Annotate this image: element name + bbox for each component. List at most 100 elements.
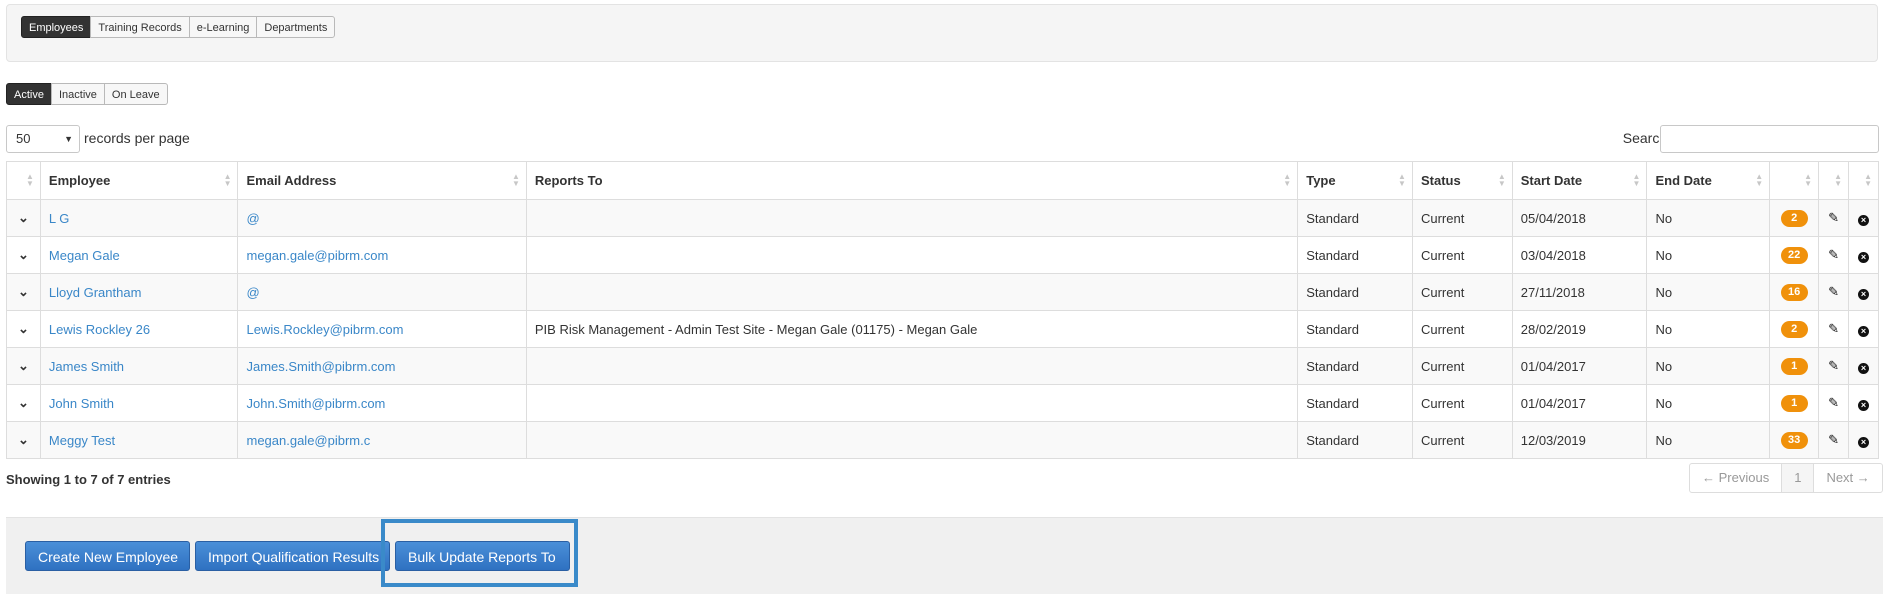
col-header-delete[interactable]: ▲ ▼ — [1848, 161, 1879, 200]
table-row: ⌄ James Smith James.Smith@pibrm.com Standar… — [6, 347, 1879, 385]
count-badge[interactable]: 1 — [1780, 358, 1808, 375]
email-link[interactable]: James.Smith@pibrm.com — [246, 359, 395, 374]
chevron-down-icon[interactable]: ⌄ — [18, 321, 29, 336]
import-qualification-results-button[interactable]: Import Qualification Results — [195, 541, 390, 571]
cell-edit: ✎ — [1818, 199, 1849, 237]
count-badge[interactable]: 2 — [1780, 321, 1808, 338]
employee-link[interactable]: Lewis Rockley 26 — [49, 322, 150, 337]
cell-edit: ✎ — [1818, 384, 1849, 422]
pencil-icon[interactable]: ✎ — [1828, 358, 1839, 373]
chevron-down-icon[interactable]: ⌄ — [18, 358, 29, 373]
employee-link[interactable]: Meggy Test — [49, 433, 115, 448]
email-link[interactable]: Lewis.Rockley@pibrm.com — [246, 322, 403, 337]
cell-reports-to — [525, 347, 1299, 385]
create-new-employee-button[interactable]: Create New Employee — [25, 541, 190, 571]
col-header-status[interactable]: Status ▲ ▼ — [1411, 161, 1513, 200]
close-circle-icon[interactable]: × — [1858, 214, 1869, 226]
chevron-down-icon[interactable]: ⌄ — [18, 210, 29, 225]
pencil-icon[interactable]: ✎ — [1828, 432, 1839, 447]
close-circle-icon[interactable]: × — [1858, 362, 1869, 374]
filter-on-leave[interactable]: On Leave — [103, 83, 168, 105]
cell-reports-to — [525, 236, 1299, 274]
col-header-expand[interactable]: ▲ ▼ — [6, 161, 41, 200]
cell-count: 1 — [1769, 384, 1820, 422]
col-header-email[interactable]: Email Address ▲ ▼ — [237, 161, 527, 200]
col-header-end-date[interactable]: End Date ▲ ▼ — [1646, 161, 1771, 200]
table-header-row: ▲ ▼ Employee ▲ ▼ Email Address ▲ ▼ Reports To… — [6, 161, 1879, 200]
email-link[interactable]: megan.gale@pibrm.com — [246, 248, 388, 263]
count-badge[interactable]: 16 — [1780, 284, 1808, 301]
chevron-down-icon[interactable]: ⌄ — [18, 432, 29, 447]
count-badge[interactable]: 22 — [1780, 247, 1808, 264]
cell-expand[interactable]: ⌄ — [6, 236, 41, 274]
pencil-icon[interactable]: ✎ — [1828, 247, 1839, 262]
sort-icon: ▲ ▼ — [1497, 172, 1506, 188]
chevron-down-icon[interactable]: ⌄ — [18, 395, 29, 410]
top-tabs: Employees Training Records e-Learning De… — [21, 16, 336, 38]
cell-email: megan.gale@pibrm.com — [237, 236, 527, 274]
filter-active[interactable]: Active — [6, 83, 52, 105]
pager-next[interactable]: Next → — [1813, 463, 1883, 493]
email-link[interactable]: megan.gale@pibrm.c — [246, 433, 370, 448]
count-badge[interactable]: 2 — [1780, 210, 1808, 227]
records-per-page-select[interactable]: 50 ▼ — [6, 125, 80, 153]
tab-training-records[interactable]: Training Records — [90, 16, 190, 38]
pager-page-1[interactable]: 1 — [1781, 463, 1815, 493]
employee-link[interactable]: James Smith — [49, 359, 124, 374]
pencil-icon[interactable]: ✎ — [1828, 210, 1839, 225]
cell-type: Standard — [1297, 236, 1413, 274]
close-circle-icon[interactable]: × — [1858, 325, 1869, 337]
cell-status: Current — [1411, 236, 1513, 274]
employee-link[interactable]: John Smith — [49, 396, 114, 411]
filter-inactive[interactable]: Inactive — [50, 83, 105, 105]
search-input[interactable] — [1660, 125, 1879, 153]
close-circle-icon[interactable]: × — [1858, 436, 1869, 448]
pencil-icon[interactable]: ✎ — [1828, 395, 1839, 410]
chevron-down-icon[interactable]: ⌄ — [18, 247, 29, 262]
tab-e-learning[interactable]: e-Learning — [188, 16, 258, 38]
cell-status: Current — [1411, 421, 1513, 459]
chevron-down-icon[interactable]: ⌄ — [18, 284, 29, 299]
tab-departments[interactable]: Departments — [256, 16, 336, 38]
tab-employees[interactable]: Employees — [21, 16, 92, 38]
cell-status: Current — [1411, 384, 1513, 422]
col-header-start-date[interactable]: Start Date ▲ ▼ — [1511, 161, 1648, 200]
cell-email: @ — [237, 199, 527, 237]
email-link[interactable]: John.Smith@pibrm.com — [246, 396, 385, 411]
cell-status: Current — [1411, 273, 1513, 311]
pencil-icon[interactable]: ✎ — [1828, 321, 1839, 336]
col-header-reports-to[interactable]: Reports To ▲ ▼ — [525, 161, 1299, 200]
cell-expand[interactable]: ⌄ — [6, 273, 41, 311]
pagination: ← Previous 1 Next → — [1689, 463, 1883, 493]
employee-link[interactable]: L G — [49, 211, 69, 226]
cell-edit: ✎ — [1818, 347, 1849, 385]
col-header-type[interactable]: Type ▲ ▼ — [1297, 161, 1413, 200]
col-header-count[interactable]: ▲ ▼ — [1769, 161, 1820, 200]
pager-previous[interactable]: ← Previous — [1689, 463, 1783, 493]
col-header-edit[interactable]: ▲ ▼ — [1818, 161, 1849, 200]
cell-type: Standard — [1297, 347, 1413, 385]
cell-status: Current — [1411, 347, 1513, 385]
cell-expand[interactable]: ⌄ — [6, 199, 41, 237]
col-header-employee[interactable]: Employee ▲ ▼ — [39, 161, 239, 200]
count-badge[interactable]: 1 — [1780, 395, 1808, 412]
employee-link[interactable]: Megan Gale — [49, 248, 120, 263]
count-badge[interactable]: 33 — [1780, 432, 1808, 449]
cell-expand[interactable]: ⌄ — [6, 347, 41, 385]
employee-link[interactable]: Lloyd Grantham — [49, 285, 142, 300]
highlight-box — [381, 519, 578, 587]
close-circle-icon[interactable]: × — [1858, 399, 1869, 411]
cell-employee: Meggy Test — [39, 421, 239, 459]
records-per-page-label: records per page — [84, 130, 190, 146]
close-circle-icon[interactable]: × — [1858, 288, 1869, 300]
cell-email: James.Smith@pibrm.com — [237, 347, 527, 385]
email-link[interactable]: @ — [246, 285, 259, 300]
cell-expand[interactable]: ⌄ — [6, 384, 41, 422]
cell-expand[interactable]: ⌄ — [6, 310, 41, 348]
cell-status: Current — [1411, 310, 1513, 348]
cell-employee: Lloyd Grantham — [39, 273, 239, 311]
email-link[interactable]: @ — [246, 211, 259, 226]
close-circle-icon[interactable]: × — [1858, 251, 1869, 263]
cell-expand[interactable]: ⌄ — [6, 421, 41, 459]
pencil-icon[interactable]: ✎ — [1828, 284, 1839, 299]
